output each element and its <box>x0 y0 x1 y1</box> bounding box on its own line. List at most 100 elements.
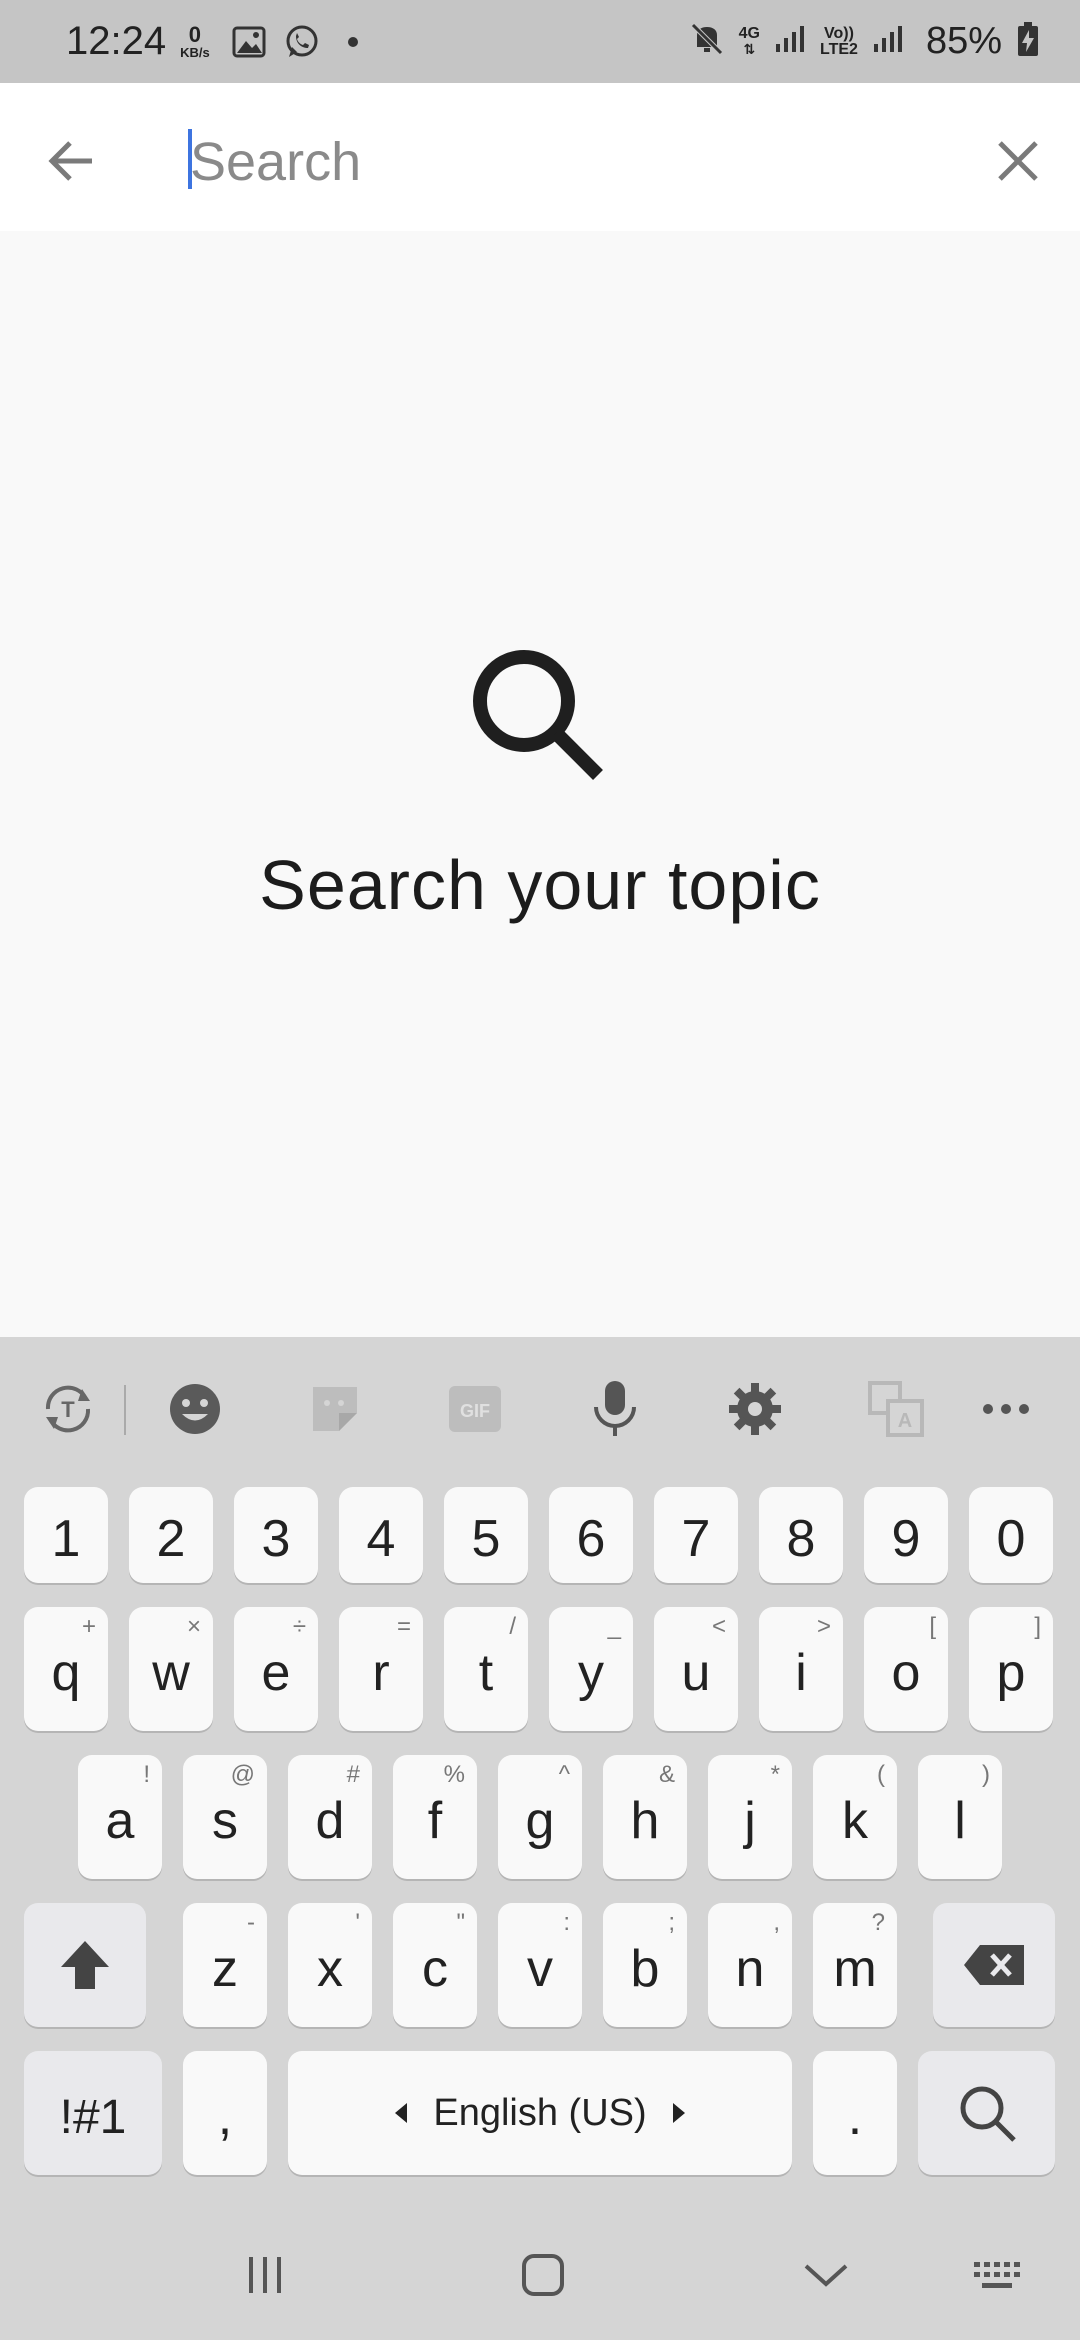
key-label: g <box>525 1792 555 1850</box>
shift-key[interactable] <box>24 1903 146 2027</box>
key-5[interactable]: 5 <box>444 1487 528 1583</box>
symbols-key[interactable]: !#1 <box>24 2051 162 2175</box>
key-label: t <box>478 1644 494 1702</box>
status-bar: 12:24 0 KB/s 4G ⇅ Vo)) LTE2 85% <box>0 0 1080 83</box>
search-input[interactable] <box>188 119 972 205</box>
key-q[interactable]: + q <box>24 1607 108 1731</box>
key-label: d <box>315 1792 345 1850</box>
key-alt-label: & <box>658 1761 675 1788</box>
key-alt-label: % <box>443 1761 465 1788</box>
key-w[interactable]: × w <box>129 1607 213 1731</box>
key-label: r <box>372 1644 390 1702</box>
key-label: , <box>217 2088 233 2146</box>
key-alt-label: ' <box>355 1909 360 1936</box>
key-n[interactable]: ,n <box>708 1903 792 2027</box>
key-h[interactable]: & h <box>603 1755 687 1879</box>
recent-apps-icon[interactable] <box>235 2245 295 2305</box>
search-header <box>0 83 1080 231</box>
key-alt-label: > <box>816 1613 831 1640</box>
emoji-icon[interactable] <box>165 1379 225 1439</box>
key-alt-label: - <box>247 1909 255 1936</box>
toolbar-divider <box>124 1385 126 1435</box>
key-z[interactable]: -z <box>183 1903 267 2027</box>
key-a[interactable]: ! a <box>78 1755 162 1879</box>
key-y[interactable]: _ y <box>549 1607 633 1731</box>
key-4[interactable]: 4 <box>339 1487 423 1583</box>
key-o[interactable]: [o <box>864 1607 948 1731</box>
key-r[interactable]: = r <box>339 1607 423 1731</box>
key-label: w <box>152 1644 190 1702</box>
key-l[interactable]: ) l <box>918 1755 1002 1879</box>
backspace-icon <box>964 1945 1024 1985</box>
key-label: i <box>795 1644 807 1702</box>
translate-icon[interactable]: A <box>866 1379 926 1439</box>
key-s[interactable]: @ s <box>183 1755 267 1879</box>
network-speed-value: 0 <box>188 22 202 47</box>
key-alt-label: " <box>456 1909 465 1936</box>
key-alt-label: × <box>186 1613 201 1640</box>
mute-icon <box>689 21 725 62</box>
key-1[interactable]: 1 <box>24 1487 108 1583</box>
key-alt-label: _ <box>607 1613 621 1640</box>
key-i[interactable]: > i <box>759 1607 843 1731</box>
key-6[interactable]: 6 <box>549 1487 633 1583</box>
clear-search-button[interactable] <box>988 131 1048 191</box>
key-k[interactable]: (k <box>813 1755 897 1879</box>
key-label: 3 <box>261 1510 291 1568</box>
key-label: n <box>735 1940 765 1998</box>
key-label: e <box>261 1644 291 1702</box>
key-label: f <box>427 1792 443 1850</box>
key-label: y <box>578 1644 604 1702</box>
key-x[interactable]: ' x <box>288 1903 372 2027</box>
home-icon[interactable] <box>513 2245 573 2305</box>
network-4g-label: 4G <box>738 24 760 42</box>
comma-key[interactable]: , <box>183 2051 267 2175</box>
backspace-key[interactable] <box>933 1903 1055 2027</box>
key-d[interactable]: # d <box>288 1755 372 1879</box>
key-j[interactable]: * j <box>708 1755 792 1879</box>
key-7[interactable]: 7 <box>654 1487 738 1583</box>
key-label: a <box>105 1792 135 1850</box>
key-f[interactable]: % f <box>393 1755 477 1879</box>
key-label: 9 <box>891 1510 921 1568</box>
key-m[interactable]: ? m <box>813 1903 897 2027</box>
key-alt-label: ? <box>871 1909 885 1936</box>
gallery-icon <box>232 26 266 58</box>
gif-icon[interactable]: GIF <box>445 1379 505 1439</box>
battery-percent: 85% <box>925 20 1002 62</box>
gif-label: GIF <box>460 1401 490 1421</box>
empty-state-message: Search your topic <box>259 846 821 924</box>
key-t[interactable]: / t <box>444 1607 528 1731</box>
caret-right-icon <box>672 2103 685 2123</box>
volte-label-bottom: LTE2 <box>820 40 858 58</box>
search-key[interactable] <box>918 2051 1055 2175</box>
key-2[interactable]: 2 <box>129 1487 213 1583</box>
key-p[interactable]: ] p <box>969 1607 1053 1731</box>
period-key[interactable]: . <box>813 2051 897 2175</box>
key-b[interactable]: ; b <box>603 1903 687 2027</box>
key-u[interactable]: < u <box>654 1607 738 1731</box>
caret-left-icon <box>395 2103 408 2123</box>
key-8[interactable]: 8 <box>759 1487 843 1583</box>
language-label: English (US) <box>433 2091 647 2134</box>
hide-keyboard-icon[interactable] <box>796 2245 856 2305</box>
keyboard-switch-icon[interactable] <box>968 2245 1028 2305</box>
key-3[interactable]: 3 <box>234 1487 318 1583</box>
battery-charging-icon <box>1016 21 1040 62</box>
back-button[interactable] <box>42 131 102 191</box>
more-icon[interactable] <box>976 1379 1036 1439</box>
key-label: u <box>681 1644 711 1702</box>
space-key[interactable]: English (US) <box>288 2051 792 2175</box>
key-v[interactable]: :v <box>498 1903 582 2027</box>
key-9[interactable]: 9 <box>864 1487 948 1583</box>
key-label: l <box>954 1792 966 1850</box>
key-0[interactable]: 0 <box>969 1487 1053 1583</box>
settings-icon[interactable] <box>725 1379 785 1439</box>
key-e[interactable]: ÷ e <box>234 1607 318 1731</box>
key-c[interactable]: " c <box>393 1903 477 2027</box>
key-g[interactable]: ^ g <box>498 1755 582 1879</box>
text-recognition-icon[interactable]: T <box>38 1379 98 1439</box>
mic-icon[interactable] <box>585 1379 645 1439</box>
sticker-icon[interactable] <box>305 1379 365 1439</box>
key-alt-label: * <box>770 1761 780 1788</box>
